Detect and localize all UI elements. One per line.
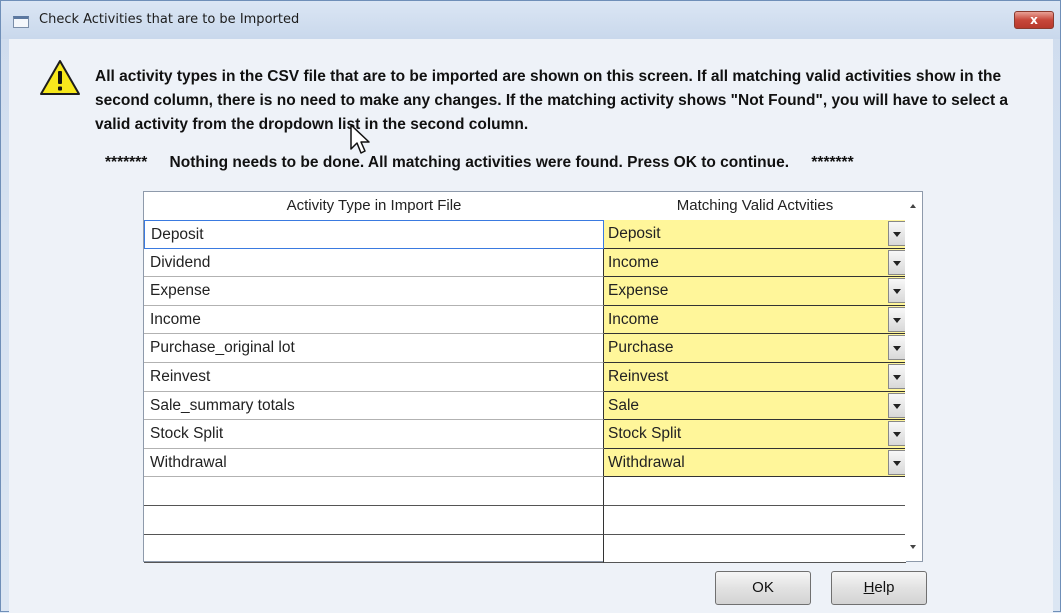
match-activity-cell[interactable]: Purchase	[604, 334, 906, 363]
empty-match-cell[interactable]	[604, 534, 906, 564]
import-activity-cell[interactable]: Withdrawal	[144, 448, 604, 478]
dropdown-arrow-icon[interactable]	[888, 449, 906, 475]
match-activity-cell[interactable]: Deposit	[604, 220, 906, 249]
import-activity-cell[interactable]: Stock Split	[144, 420, 604, 449]
dropdown-arrow-icon[interactable]	[888, 249, 906, 275]
status-stars-left: *******	[105, 154, 148, 171]
status-stars-right: *******	[811, 154, 854, 171]
warning-icon	[40, 60, 80, 95]
close-button[interactable]: x	[1014, 11, 1054, 29]
title-bar[interactable]: Check Activities that are to be Imported…	[1, 1, 1060, 39]
scroll-down-icon[interactable]	[910, 545, 916, 549]
help-label-rest: elp	[874, 579, 895, 596]
status-message: ******* Nothing needs to be done. All ma…	[105, 154, 1005, 172]
empty-match-cell[interactable]	[604, 505, 906, 535]
match-activity-value: Income	[608, 253, 659, 271]
instruction-message: All activity types in the CSV file that …	[95, 68, 1009, 133]
dropdown-arrow-icon[interactable]	[888, 363, 906, 389]
window-title: Check Activities that are to be Imported	[39, 12, 300, 27]
table-row[interactable]: Reinvest Reinvest	[144, 362, 906, 392]
vertical-scrollbar[interactable]	[905, 192, 922, 561]
match-activity-value: Purchase	[608, 339, 674, 357]
import-activity-cell[interactable]: Dividend	[144, 248, 604, 278]
match-activity-value: Income	[608, 310, 659, 328]
import-activity-cell[interactable]: Reinvest	[144, 362, 604, 392]
empty-row[interactable]	[144, 477, 906, 506]
column-header-match[interactable]: Matching Valid Actvities	[604, 192, 906, 220]
help-button[interactable]: Help	[831, 571, 927, 605]
match-activity-value: Stock Split	[608, 425, 682, 443]
table-row[interactable]: Stock Split Stock Split	[144, 420, 906, 449]
table-row[interactable]: Sale_summary totals Sale	[144, 391, 906, 421]
empty-row[interactable]	[144, 505, 906, 535]
dialog-content: All activity types in the CSV file that …	[9, 39, 1053, 613]
import-activity-cell[interactable]: Income	[144, 305, 604, 335]
activity-grid: Activity Type in Import File Matching Va…	[143, 191, 923, 564]
empty-import-cell[interactable]	[144, 505, 604, 535]
mouse-cursor-icon	[350, 124, 370, 154]
window-icon	[13, 16, 29, 28]
dropdown-arrow-icon[interactable]	[888, 221, 906, 246]
match-activity-value: Sale	[608, 396, 640, 414]
empty-import-cell[interactable]	[144, 534, 604, 564]
help-mnemonic: H	[863, 579, 875, 596]
status-text: Nothing needs to be done. All matching a…	[169, 154, 790, 171]
table-row[interactable]: Income Income	[144, 305, 906, 335]
import-activity-cell[interactable]: Purchase_original lot	[144, 334, 604, 363]
match-activity-value: Reinvest	[608, 367, 669, 385]
match-activity-value: Withdrawal	[608, 453, 685, 471]
table-row[interactable]: Purchase_original lot Purchase	[144, 334, 906, 363]
match-activity-cell[interactable]: Income	[604, 305, 906, 335]
table-row[interactable]: Expense Expense	[144, 277, 906, 306]
table-row[interactable]: Dividend Income	[144, 248, 906, 278]
match-activity-cell[interactable]: Sale	[604, 391, 906, 421]
table-row[interactable]: Deposit Deposit	[144, 220, 906, 249]
scroll-up-icon[interactable]	[910, 204, 916, 208]
grid-rows: Deposit Deposit Dividend Income Expense	[144, 220, 906, 564]
dropdown-arrow-icon[interactable]	[888, 421, 906, 447]
match-activity-value: Deposit	[608, 225, 661, 242]
match-activity-cell[interactable]: Expense	[604, 277, 906, 306]
empty-import-cell[interactable]	[144, 477, 604, 506]
ok-button[interactable]: OK	[715, 571, 811, 605]
match-activity-cell[interactable]: Income	[604, 248, 906, 278]
match-activity-cell[interactable]: Withdrawal	[604, 448, 906, 478]
dropdown-arrow-icon[interactable]	[888, 392, 906, 418]
dropdown-arrow-icon[interactable]	[888, 335, 906, 361]
match-activity-value: Expense	[608, 282, 669, 300]
empty-row[interactable]	[144, 534, 906, 564]
empty-match-cell[interactable]	[604, 477, 906, 506]
dropdown-arrow-icon[interactable]	[888, 278, 906, 304]
import-activity-cell[interactable]: Expense	[144, 277, 604, 306]
column-header-import[interactable]: Activity Type in Import File	[144, 192, 604, 220]
match-activity-cell[interactable]: Reinvest	[604, 362, 906, 392]
table-row[interactable]: Withdrawal Withdrawal	[144, 448, 906, 478]
dialog-window: Check Activities that are to be Imported…	[0, 0, 1061, 613]
import-activity-cell[interactable]: Deposit	[144, 220, 604, 249]
match-activity-cell[interactable]: Stock Split	[604, 420, 906, 449]
dropdown-arrow-icon[interactable]	[888, 306, 906, 332]
import-activity-cell[interactable]: Sale_summary totals	[144, 391, 604, 421]
grid-header: Activity Type in Import File Matching Va…	[144, 192, 906, 220]
